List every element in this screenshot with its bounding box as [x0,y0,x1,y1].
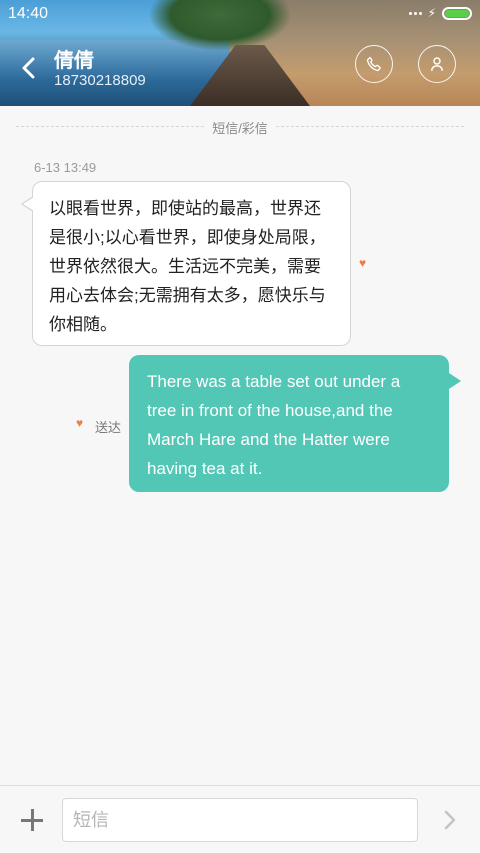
signal-dots-icon [408,11,422,15]
battery-icon [442,6,472,20]
send-arrow-icon[interactable] [440,808,460,832]
heart-icon: ♥ [359,256,367,270]
header: 14:40 ⚡ 倩倩 18730218809 [0,0,480,106]
delivered-status: 送达 [95,420,122,435]
status-icons: ⚡ [408,6,472,20]
status-time: 14:40 [8,5,49,22]
person-icon [431,57,443,71]
contact-info-button[interactable] [418,45,456,83]
message-input[interactable] [62,798,418,842]
message-timestamp: 6-13 13:49 [34,160,97,175]
incoming-message-bubble[interactable]: 以眼看世界，即使站的最高，世界还是很小;以心看世界，即使身处局限，世界依然很大。… [21,181,351,346]
composer-bar [0,785,480,853]
back-arrow-icon[interactable] [16,54,40,82]
message-type-label: 短信/彩信 [204,118,276,137]
charging-icon: ⚡ [427,6,436,20]
outgoing-message-bubble[interactable]: There was a table set out under a tree i… [129,355,461,492]
status-bar: 14:40 ⚡ [0,0,480,28]
contact-number: 18730218809 [54,72,146,89]
call-button[interactable] [355,45,393,83]
phone-icon [366,56,381,72]
contact-name: 倩倩 [54,50,94,72]
plus-icon[interactable] [20,808,44,832]
heart-icon: ♥ [76,416,84,430]
